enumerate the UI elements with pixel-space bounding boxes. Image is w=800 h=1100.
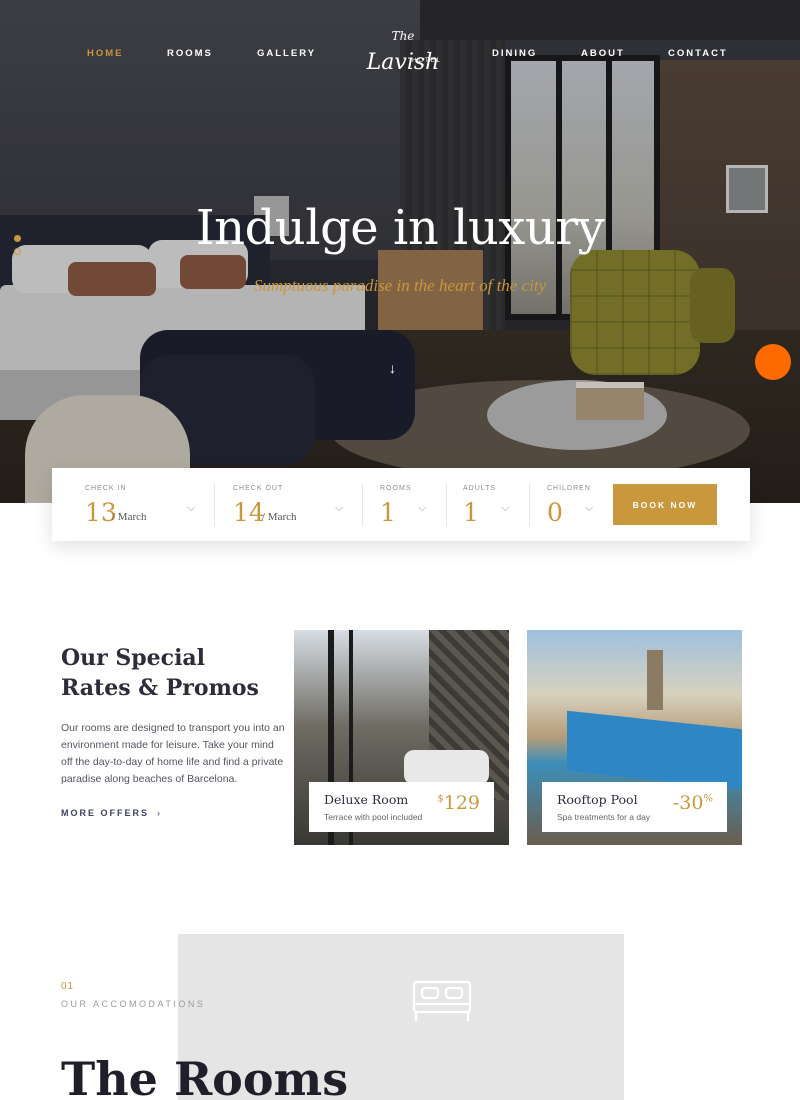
book-now-button[interactable]: BOOK NOW [613, 484, 717, 525]
nav-contact[interactable]: CONTACT [668, 48, 728, 59]
booking-bar: CHECK IN 13 / March ⌵ CHECK OUT 14 / Mar… [52, 468, 750, 541]
check-out-field[interactable]: CHECK OUT 14 / March ⌵ [233, 468, 363, 541]
card-caption: Rooftop Pool Spa treatments for a day -3… [542, 782, 727, 832]
check-out-day: 14 [233, 498, 265, 527]
nav-gallery[interactable]: GALLERY [257, 48, 316, 59]
chevron-down-icon: ⌵ [585, 502, 594, 514]
discount-value: -30 [672, 792, 704, 814]
divider [362, 484, 363, 526]
discount-symbol: % [703, 793, 713, 805]
divider [529, 484, 530, 526]
nav-home[interactable]: HOME [87, 48, 124, 59]
children-value: 0 [547, 498, 563, 527]
chevron-down-icon: ⌵ [501, 502, 510, 514]
rooms-value: 1 [380, 498, 396, 527]
chevron-down-icon: ⌵ [187, 502, 196, 514]
children-label: CHILDREN [547, 485, 591, 492]
nav-about[interactable]: ABOUT [581, 48, 625, 59]
arrow-down-icon[interactable]: ↓ [389, 360, 396, 376]
promo-card-deluxe-room[interactable]: Deluxe Room Terrace with pool included $… [294, 630, 509, 845]
card-discount: -30% [673, 792, 713, 814]
section-heading: The Rooms [61, 1052, 349, 1100]
check-out-label: CHECK OUT [233, 485, 284, 492]
card-title: Deluxe Room [324, 792, 409, 807]
logo-wordmark: The Lavish [358, 30, 448, 74]
children-field[interactable]: CHILDREN 0 ⌵ [547, 468, 607, 541]
check-in-month: / March [112, 511, 147, 523]
logo-sub: HOTEL [411, 58, 442, 64]
hotel-logo[interactable]: The Lavish HOTEL [358, 26, 448, 82]
nav-dining[interactable]: DINING [492, 48, 537, 59]
divider [446, 484, 447, 526]
hero-title: Indulge in luxury [195, 200, 605, 256]
adults-label: ADULTS [463, 485, 497, 492]
logo-prefix: The [391, 29, 415, 43]
slider-dots [14, 235, 21, 261]
promo-title-line1: Our Special [61, 645, 206, 671]
card-image-pool [567, 710, 742, 790]
more-offers-label: MORE OFFERS [61, 808, 150, 818]
adults-value: 1 [463, 498, 479, 527]
promo-description: Our rooms are designed to transport you … [61, 722, 285, 785]
rooms-label: ROOMS [380, 485, 412, 492]
card-caption: Deluxe Room Terrace with pool included $… [309, 782, 494, 832]
hero-subtitle: Sumptuous paradise in the heart of the c… [253, 276, 547, 295]
more-offers-link[interactable]: MORE OFFERS › [61, 808, 162, 818]
check-out-month: / March [262, 511, 297, 523]
chevron-down-icon: ⌵ [418, 502, 427, 514]
slider-dot[interactable] [14, 235, 21, 242]
promo-title-line2: Rates & Promos [61, 675, 259, 701]
card-title: Rooftop Pool [557, 792, 638, 807]
adults-field[interactable]: ADULTS 1 ⌵ [463, 468, 523, 541]
card-subtitle: Spa treatments for a day [557, 812, 651, 822]
chevron-right-icon: › [157, 808, 163, 818]
nav-rooms[interactable]: ROOMS [167, 48, 213, 59]
chat-bubble-icon[interactable] [755, 344, 791, 380]
price-value: 129 [443, 792, 480, 814]
hero-section: HOME ROOMS GALLERY The Lavish HOTEL DINI… [0, 0, 800, 503]
chevron-down-icon: ⌵ [335, 502, 344, 514]
check-in-field[interactable]: CHECK IN 13 / March ⌵ [85, 468, 230, 541]
section-number: 01 [61, 981, 75, 992]
bed-icon [412, 980, 472, 1021]
rooms-field[interactable]: ROOMS 1 ⌵ [380, 468, 440, 541]
promo-title: Our Special Rates & Promos [61, 643, 259, 703]
card-image-tower [647, 650, 663, 710]
section-label: OUR ACCOMODATIONS [61, 999, 206, 1009]
slider-dot[interactable] [14, 248, 21, 255]
divider [214, 484, 215, 526]
promo-card-rooftop-pool[interactable]: Rooftop Pool Spa treatments for a day -3… [527, 630, 742, 845]
card-price: $129 [437, 792, 480, 814]
check-in-label: CHECK IN [85, 485, 127, 492]
card-image-bathtub [404, 750, 489, 785]
card-subtitle: Terrace with pool included [324, 812, 423, 822]
